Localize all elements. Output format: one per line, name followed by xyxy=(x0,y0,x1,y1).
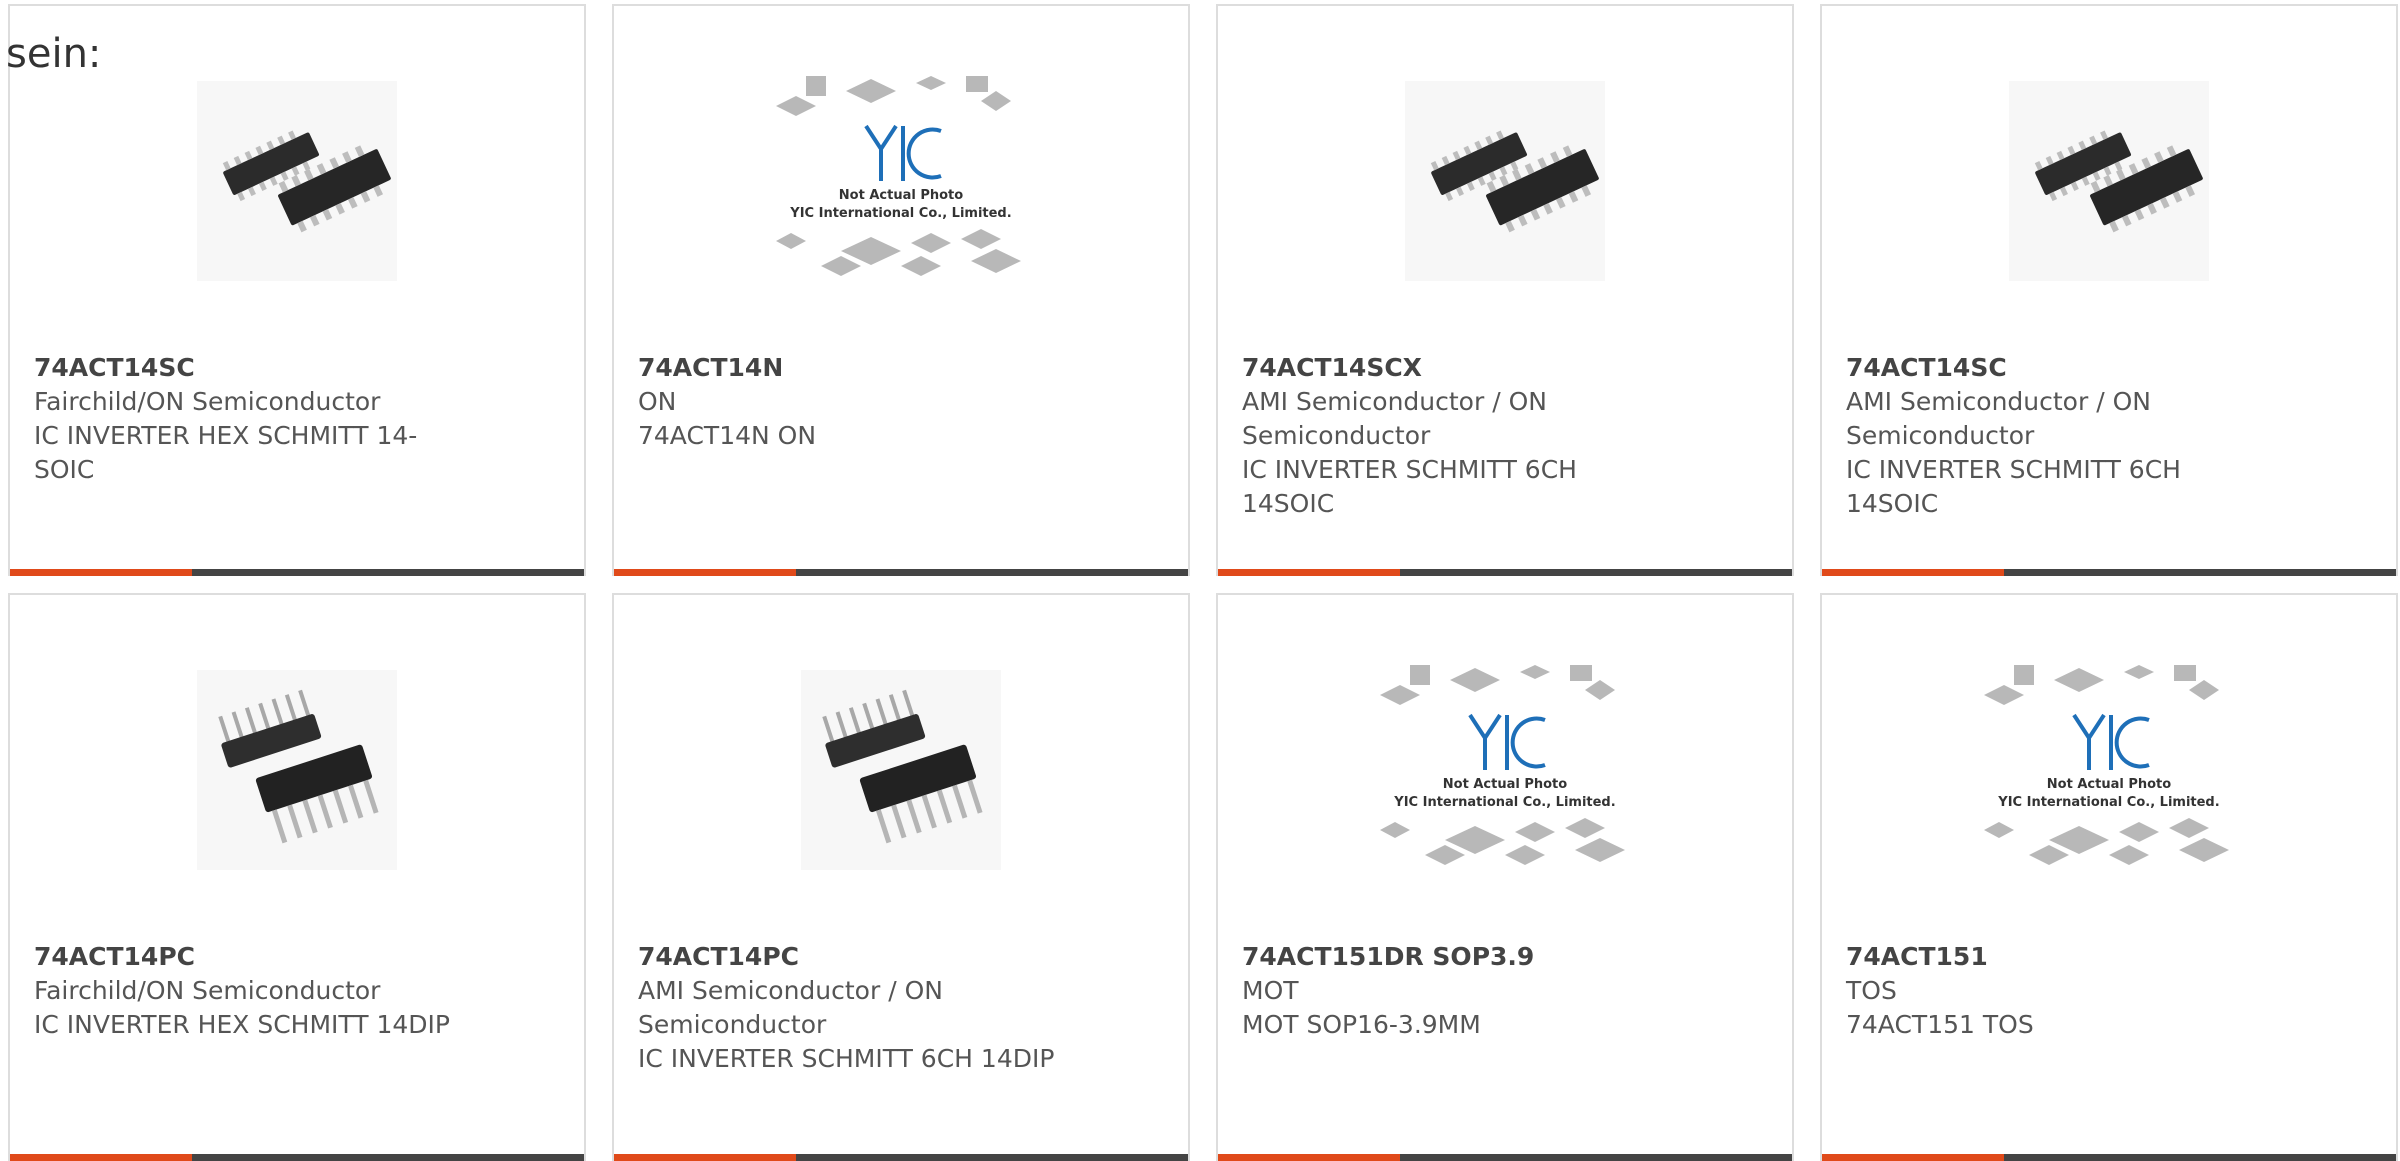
dip-chip-icon xyxy=(197,670,397,870)
product-info: 74ACT14PC AMI Semiconductor / ON Semicon… xyxy=(638,940,1058,1076)
product-info: 74ACT14SC AMI Semiconductor / ON Semicon… xyxy=(1846,351,2266,521)
soic-chip-icon xyxy=(197,81,397,281)
product-description: MOT SOP16-3.9MM xyxy=(1242,1010,1481,1039)
product-description: 74ACT14N ON xyxy=(638,421,817,450)
card-footer-bar xyxy=(10,1154,584,1161)
product-image[interactable] xyxy=(614,101,1188,301)
product-part-number[interactable]: 74ACT14N xyxy=(638,351,1058,385)
card-accent-bar xyxy=(614,1154,796,1161)
product-image[interactable] xyxy=(10,81,584,281)
card-accent-bar xyxy=(614,569,796,576)
product-part-number[interactable]: 74ACT14SC xyxy=(1846,351,2266,385)
product-description: IC INVERTER SCHMITT 6CH 14SOIC xyxy=(1242,455,1577,518)
product-manufacturer: ON xyxy=(638,387,677,416)
product-image[interactable] xyxy=(614,670,1188,870)
product-card[interactable]: 74ACT151 TOS 74ACT151 TOS xyxy=(1820,593,2398,1161)
product-manufacturer: Fairchild/ON Semiconductor xyxy=(34,976,381,1005)
product-description: IC INVERTER SCHMITT 6CH 14SOIC xyxy=(1846,455,2181,518)
lead-text: sein: xyxy=(6,31,102,77)
product-image[interactable] xyxy=(10,670,584,870)
card-footer-bar xyxy=(1822,569,2396,576)
product-manufacturer: AMI Semiconductor / ON Semiconductor xyxy=(1242,387,1547,450)
product-description: 74ACT151 TOS xyxy=(1846,1010,2034,1039)
product-card[interactable]: 74ACT14N ON 74ACT14N ON xyxy=(612,4,1190,576)
placeholder-photo-icon xyxy=(1375,660,1635,890)
product-grid-page: sein: 74ACT14SC Fairchild/ON Semiconduct… xyxy=(0,0,2400,1161)
product-manufacturer: AMI Semiconductor / ON Semiconductor xyxy=(638,976,943,1039)
product-info: 74ACT14SC Fairchild/ON Semiconductor IC … xyxy=(34,351,454,487)
card-footer-bar xyxy=(614,1154,1188,1161)
product-card[interactable]: 74ACT14SC Fairchild/ON Semiconductor IC … xyxy=(8,4,586,576)
product-image[interactable] xyxy=(1218,690,1792,890)
product-manufacturer: AMI Semiconductor / ON Semiconductor xyxy=(1846,387,2151,450)
product-description: IC INVERTER SCHMITT 6CH 14DIP xyxy=(638,1044,1055,1073)
card-accent-bar xyxy=(1218,1154,1400,1161)
soic-chip-icon xyxy=(2009,81,2209,281)
card-accent-bar xyxy=(10,1154,192,1161)
product-info: 74ACT14PC Fairchild/ON Semiconductor IC … xyxy=(34,940,454,1042)
product-card[interactable]: 74ACT14PC Fairchild/ON Semiconductor IC … xyxy=(8,593,586,1161)
product-info: 74ACT151DR SOP3.9 MOT MOT SOP16-3.9MM xyxy=(1242,940,1662,1042)
product-info: 74ACT14SCX AMI Semiconductor / ON Semico… xyxy=(1242,351,1662,521)
dip-chip-icon xyxy=(801,670,1001,870)
card-footer-bar xyxy=(10,569,584,576)
product-part-number[interactable]: 74ACT14PC xyxy=(638,940,1058,974)
card-accent-bar xyxy=(1822,1154,2004,1161)
product-info: 74ACT151 TOS 74ACT151 TOS xyxy=(1846,940,2266,1042)
product-part-number[interactable]: 74ACT14PC xyxy=(34,940,454,974)
product-part-number[interactable]: 74ACT14SC xyxy=(34,351,454,385)
card-footer-bar xyxy=(614,569,1188,576)
product-manufacturer: TOS xyxy=(1846,976,1897,1005)
product-card[interactable]: 74ACT14SC AMI Semiconductor / ON Semicon… xyxy=(1820,4,2398,576)
placeholder-photo-icon xyxy=(771,71,1031,301)
product-manufacturer: Fairchild/ON Semiconductor xyxy=(34,387,381,416)
card-accent-bar xyxy=(10,569,192,576)
product-part-number[interactable]: 74ACT151 xyxy=(1846,940,2266,974)
product-card[interactable]: 74ACT14PC AMI Semiconductor / ON Semicon… xyxy=(612,593,1190,1161)
product-description: IC INVERTER HEX SCHMITT 14DIP xyxy=(34,1010,450,1039)
product-image[interactable] xyxy=(1822,690,2396,890)
product-part-number[interactable]: 74ACT151DR SOP3.9 xyxy=(1242,940,1662,974)
product-description: IC INVERTER HEX SCHMITT 14-SOIC xyxy=(34,421,418,484)
soic-chip-icon xyxy=(1405,81,1605,281)
card-footer-bar xyxy=(1218,1154,1792,1161)
product-card[interactable]: 74ACT151DR SOP3.9 MOT MOT SOP16-3.9MM xyxy=(1216,593,1794,1161)
product-card[interactable]: 74ACT14SCX AMI Semiconductor / ON Semico… xyxy=(1216,4,1794,576)
card-footer-bar xyxy=(1822,1154,2396,1161)
card-footer-bar xyxy=(1218,569,1792,576)
product-part-number[interactable]: 74ACT14SCX xyxy=(1242,351,1662,385)
placeholder-photo-icon xyxy=(1979,660,2239,890)
product-image[interactable] xyxy=(1822,81,2396,281)
product-image[interactable] xyxy=(1218,81,1792,281)
product-info: 74ACT14N ON 74ACT14N ON xyxy=(638,351,1058,453)
card-accent-bar xyxy=(1218,569,1400,576)
product-manufacturer: MOT xyxy=(1242,976,1299,1005)
card-accent-bar xyxy=(1822,569,2004,576)
